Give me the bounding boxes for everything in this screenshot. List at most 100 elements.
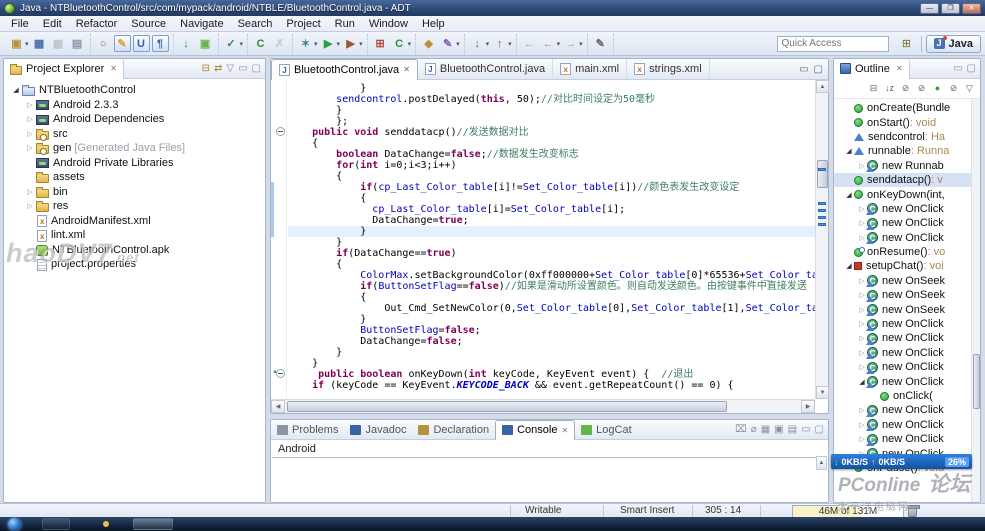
- editor-tab[interactable]: xmain.xml: [553, 59, 627, 80]
- save-icon[interactable]: ▦: [31, 35, 48, 52]
- tree-row[interactable]: Android Private Libraries: [4, 156, 265, 171]
- tab-declaration[interactable]: Declaration: [412, 420, 495, 440]
- outline-row[interactable]: ▷Cnew OnClick: [834, 418, 980, 432]
- outline-row[interactable]: senddatacp() : v: [834, 173, 980, 187]
- outline-row[interactable]: onStart() : void: [834, 115, 980, 129]
- menu-edit[interactable]: Edit: [36, 17, 69, 31]
- debug-icon[interactable]: ✶: [297, 35, 314, 52]
- windows-taskbar[interactable]: [0, 517, 985, 531]
- outline-row[interactable]: ◢setupChat() : voi: [834, 259, 980, 273]
- dropdown-arrow-icon[interactable]: ▾: [579, 40, 583, 48]
- minimize-icon[interactable]: ▭: [799, 64, 808, 75]
- open-task-icon[interactable]: ◆: [420, 35, 437, 52]
- next-annotation-icon[interactable]: ↓: [469, 35, 486, 52]
- format-icon[interactable]: ✎: [439, 35, 456, 52]
- maximize-icon[interactable]: ▢: [815, 425, 824, 435]
- console-scroll-up-icon[interactable]: ▲: [816, 456, 827, 470]
- scroll-up-icon[interactable]: ▲: [816, 80, 829, 93]
- clear-console-icon[interactable]: ⌧: [735, 425, 747, 435]
- link-with-editor-icon[interactable]: ⇄: [214, 64, 222, 74]
- display-console-icon[interactable]: ▣: [774, 425, 783, 435]
- junit-icon[interactable]: C: [391, 35, 408, 52]
- outline-row[interactable]: ▷Cnew Runnab: [834, 159, 980, 173]
- console-output[interactable]: Android ▲: [271, 440, 828, 502]
- outline-row[interactable]: ◢Cnew OnClick: [834, 374, 980, 388]
- tab-console[interactable]: Console✕: [495, 420, 575, 440]
- editor-horizontal-scrollbar[interactable]: ◀ ▶: [271, 399, 815, 413]
- outline-row[interactable]: sendcontrol : Ha: [834, 130, 980, 144]
- outline-row[interactable]: ▷Cnew OnClick: [834, 331, 980, 345]
- expand-arrow[interactable]: ▷: [24, 202, 36, 210]
- last-edit-location-icon[interactable]: ✎: [592, 35, 609, 52]
- code-editor[interactable]: ▲ } sendcontrol.postDelayed(this, 50);//…: [271, 80, 815, 399]
- expand-arrow[interactable]: ▷: [24, 144, 36, 152]
- avd-manager-icon[interactable]: ▣: [197, 35, 214, 52]
- editor-tab[interactable]: JBluetoothControl.java: [418, 59, 553, 80]
- tree-row[interactable]: ▷src: [4, 127, 265, 142]
- close-icon[interactable]: ✕: [110, 64, 117, 73]
- tree-row[interactable]: AndroidManifest.xml: [4, 214, 265, 229]
- tab-logcat[interactable]: LogCat: [575, 420, 637, 440]
- taskbar-button[interactable]: [133, 518, 173, 530]
- start-button[interactable]: [8, 518, 21, 531]
- run-icon[interactable]: ▶: [320, 35, 337, 52]
- tab-javadoc[interactable]: Javadoc: [344, 420, 412, 440]
- expand-arrow[interactable]: ◢: [10, 86, 22, 94]
- back-icon[interactable]: ←: [521, 35, 538, 52]
- maximize-window-button[interactable]: ❐: [941, 3, 960, 14]
- tree-row[interactable]: ▷bin: [4, 185, 265, 200]
- menu-source[interactable]: Source: [124, 17, 173, 31]
- expand-arrow[interactable]: ◢: [844, 147, 854, 155]
- fold-collapse-icon[interactable]: [276, 127, 285, 136]
- menu-run[interactable]: Run: [328, 17, 362, 31]
- close-icon[interactable]: ✕: [896, 64, 903, 73]
- tab-outline[interactable]: Outline ✕: [834, 59, 910, 79]
- minimize-icon[interactable]: ▭: [801, 425, 810, 435]
- hide-static-icon[interactable]: ⊘: [915, 82, 928, 95]
- hide-local-types-icon[interactable]: ⊘: [947, 82, 960, 95]
- underline-toggle-icon[interactable]: U: [133, 35, 150, 52]
- highlighter-toggle-icon[interactable]: ✎: [114, 35, 131, 52]
- title-bar[interactable]: Java - NTBluetoothControl/src/com/mypack…: [0, 0, 985, 16]
- editor-tab[interactable]: JBluetoothControl.java✕: [271, 59, 418, 80]
- menu-help[interactable]: Help: [415, 17, 452, 31]
- maximize-icon[interactable]: ▢: [252, 64, 261, 74]
- outline-row[interactable]: ▷Cnew OnClick: [834, 317, 980, 331]
- outline-row[interactable]: ▷Cnew OnClick: [834, 216, 980, 230]
- menu-file[interactable]: File: [4, 17, 36, 31]
- dropdown-arrow-icon[interactable]: ▾: [557, 40, 561, 48]
- expand-arrow[interactable]: ▷: [24, 188, 36, 196]
- external-tools-icon[interactable]: ▶: [342, 35, 359, 52]
- scroll-lock-icon[interactable]: ⌀: [751, 425, 757, 435]
- scrollbar-thumb[interactable]: [287, 401, 727, 412]
- outline-row[interactable]: ▷Cnew OnClick: [834, 403, 980, 417]
- outline-scrollbar[interactable]: [971, 99, 980, 502]
- tree-row[interactable]: ▷Android 2.3.3: [4, 98, 265, 113]
- dropdown-arrow-icon[interactable]: ▾: [25, 40, 29, 48]
- hide-non-public-icon[interactable]: ●: [931, 82, 944, 95]
- collapse-all-icon[interactable]: ⊟: [867, 82, 880, 95]
- scroll-down-icon[interactable]: ▼: [816, 386, 829, 399]
- quick-access-input[interactable]: [777, 36, 889, 52]
- checked-tool-icon[interactable]: ✓: [223, 35, 240, 52]
- outline-row[interactable]: ▷Cnew OnSeek: [834, 288, 980, 302]
- outline-row[interactable]: ▷Cnew OnClick: [834, 202, 980, 216]
- tab-project-explorer[interactable]: Project Explorer ✕: [4, 59, 124, 79]
- taskbar-button[interactable]: [42, 518, 70, 530]
- open-perspective-icon[interactable]: ⊞: [897, 35, 917, 53]
- maximize-icon[interactable]: ▢: [814, 64, 823, 75]
- dropdown-arrow-icon[interactable]: ▾: [240, 40, 244, 48]
- editor-vertical-scrollbar[interactable]: ▲ ▼: [815, 80, 828, 399]
- collapse-all-icon[interactable]: ⊟: [202, 64, 210, 74]
- outline-row[interactable]: ◢onKeyDown(int,: [834, 187, 980, 201]
- tree-row[interactable]: ▷Android Dependencies: [4, 112, 265, 127]
- print-icon[interactable]: ▤: [69, 35, 86, 52]
- expand-arrow[interactable]: ▷: [24, 101, 36, 109]
- sdk-manager-icon[interactable]: ↓: [178, 35, 195, 52]
- expand-arrow[interactable]: ▷: [24, 115, 36, 123]
- expand-arrow[interactable]: ◢: [844, 191, 854, 199]
- minimize-icon[interactable]: ▭: [953, 64, 962, 74]
- tree-row[interactable]: ◢NTBluetoothControl: [4, 83, 265, 98]
- hide-fields-icon[interactable]: ⊘: [899, 82, 912, 95]
- sort-icon[interactable]: ↓z: [883, 82, 896, 95]
